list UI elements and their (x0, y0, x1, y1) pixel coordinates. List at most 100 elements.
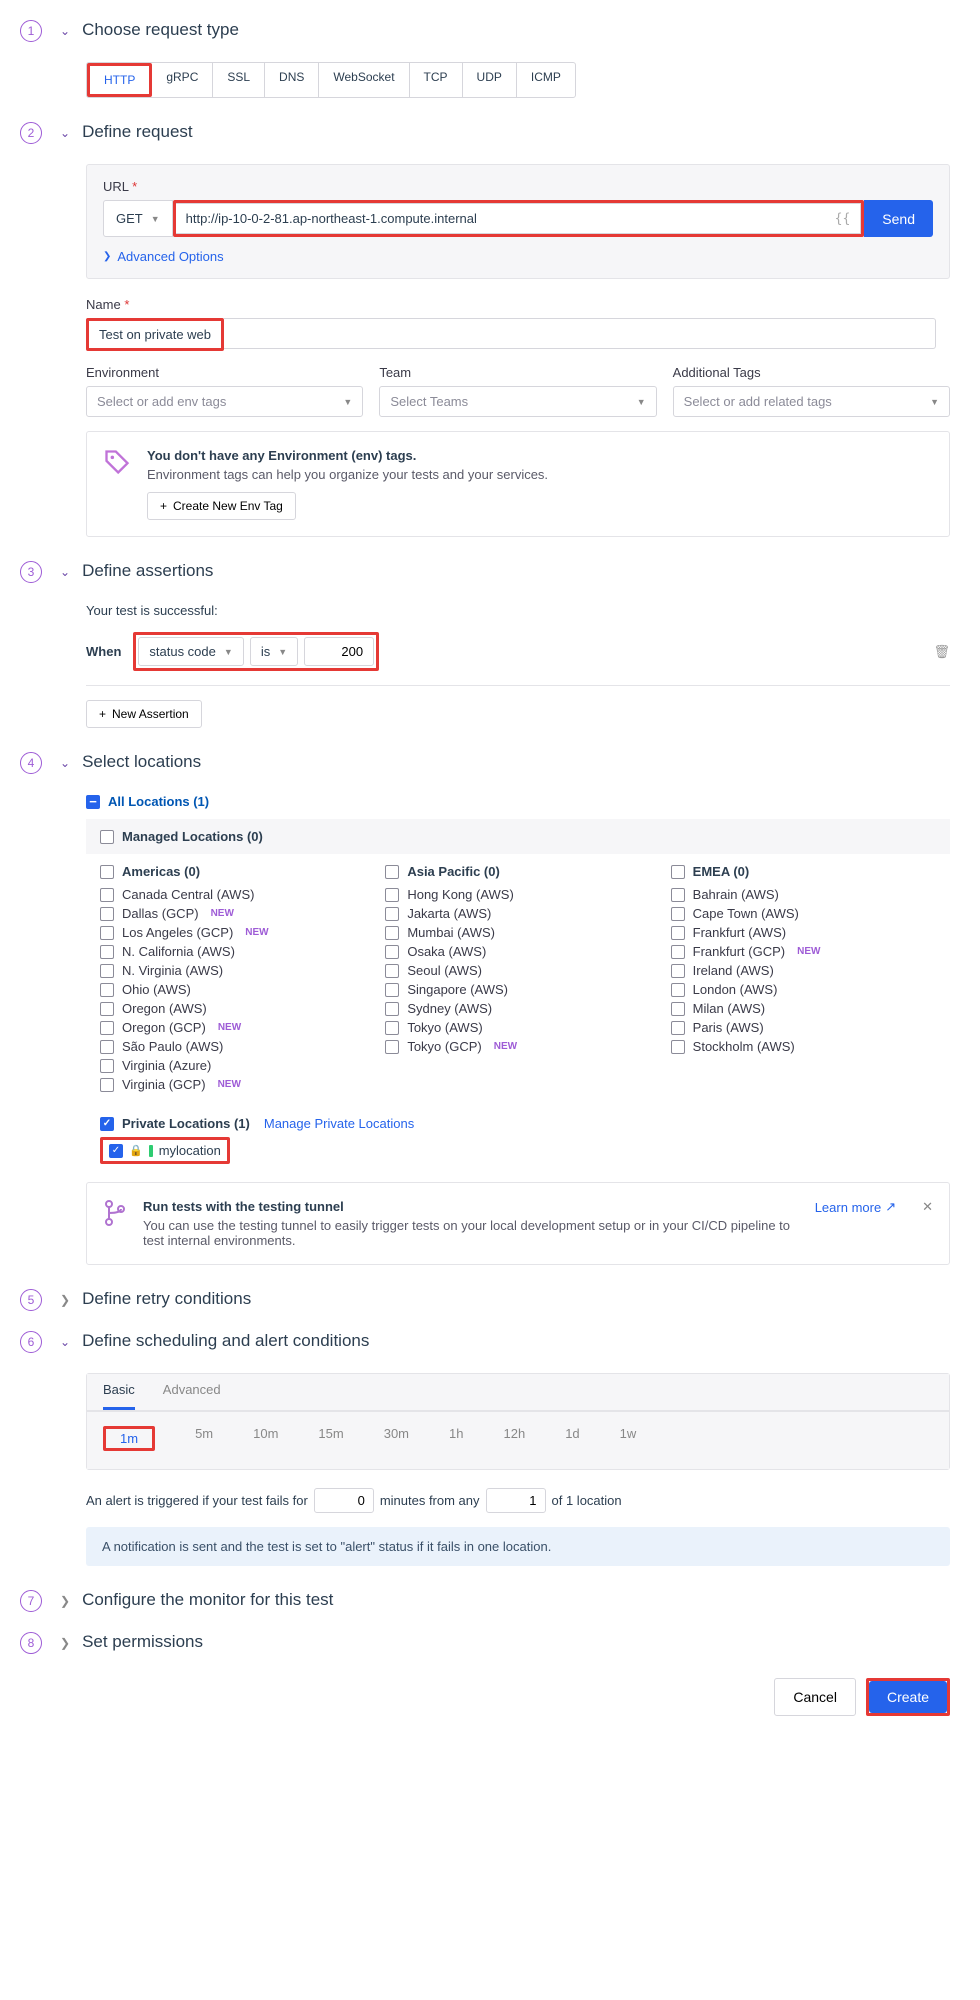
checkbox-checked-icon[interactable]: ✓ (100, 1117, 114, 1131)
sched-tab-basic[interactable]: Basic (103, 1382, 135, 1410)
location-item[interactable]: London (AWS) (671, 982, 936, 997)
checkbox-icon[interactable] (671, 983, 685, 997)
advanced-options-link[interactable]: ❯Advanced Options (103, 249, 224, 264)
checkbox-icon[interactable] (385, 865, 399, 879)
chevron-right-icon[interactable]: ❯ (60, 1594, 70, 1608)
interval-1d[interactable]: 1d (565, 1426, 579, 1451)
location-item[interactable]: Stockholm (AWS) (671, 1039, 936, 1054)
location-item[interactable]: Virginia (GCP)NEW (100, 1077, 365, 1092)
asia-pacific-header[interactable]: Asia Pacific (0) (385, 864, 650, 879)
americas-header[interactable]: Americas (0) (100, 864, 365, 879)
location-item[interactable]: Paris (AWS) (671, 1020, 936, 1035)
checkbox-icon[interactable] (385, 964, 399, 978)
close-icon[interactable]: ✕ (922, 1199, 933, 1215)
emea-header[interactable]: EMEA (0) (671, 864, 936, 879)
create-env-tag-button[interactable]: +Create New Env Tag (147, 492, 296, 520)
send-button[interactable]: Send (864, 200, 933, 237)
chevron-down-icon[interactable]: ⌄ (60, 126, 70, 140)
checkbox-icon[interactable] (671, 907, 685, 921)
interval-1h[interactable]: 1h (449, 1426, 463, 1451)
manage-private-locations-link[interactable]: Manage Private Locations (264, 1116, 414, 1131)
chevron-down-icon[interactable]: ⌄ (60, 24, 70, 38)
location-item[interactable]: Virginia (Azure) (100, 1058, 365, 1073)
checkbox-icon[interactable] (671, 1040, 685, 1054)
interval-10m[interactable]: 10m (253, 1426, 278, 1451)
checkbox-icon[interactable] (100, 830, 114, 844)
location-item[interactable]: Seoul (AWS) (385, 963, 650, 978)
create-button[interactable]: Create (869, 1681, 947, 1713)
checkbox-icon[interactable] (671, 926, 685, 940)
checkbox-icon[interactable] (671, 1021, 685, 1035)
checkbox-icon[interactable] (100, 1002, 114, 1016)
interval-30m[interactable]: 30m (384, 1426, 409, 1451)
location-item[interactable]: Dallas (GCP)NEW (100, 906, 365, 921)
checkbox-icon[interactable] (385, 907, 399, 921)
chevron-down-icon[interactable]: ⌄ (60, 1335, 70, 1349)
checkbox-icon[interactable] (671, 865, 685, 879)
tab-udp[interactable]: UDP (463, 63, 517, 97)
tab-grpc[interactable]: gRPC (152, 63, 213, 97)
location-item[interactable]: Bahrain (AWS) (671, 887, 936, 902)
location-item[interactable]: Oregon (GCP)NEW (100, 1020, 365, 1035)
fail-minutes-input[interactable] (314, 1488, 374, 1513)
checkbox-icon[interactable] (100, 926, 114, 940)
checkbox-icon[interactable] (671, 1002, 685, 1016)
tab-websocket[interactable]: WebSocket (319, 63, 409, 97)
chevron-right-icon[interactable]: ❯ (60, 1293, 70, 1307)
fail-locations-input[interactable] (486, 1488, 546, 1513)
tab-ssl[interactable]: SSL (213, 63, 265, 97)
checkbox-icon[interactable] (385, 1021, 399, 1035)
location-item[interactable]: Cape Town (AWS) (671, 906, 936, 921)
assertion-value-input[interactable] (304, 637, 374, 666)
checkbox-icon[interactable] (100, 1078, 114, 1092)
interval-12h[interactable]: 12h (503, 1426, 525, 1451)
location-item[interactable]: Sydney (AWS) (385, 1001, 650, 1016)
location-item[interactable]: São Paulo (AWS) (100, 1039, 365, 1054)
location-item[interactable]: Mumbai (AWS) (385, 925, 650, 940)
checkbox-icon[interactable] (385, 1002, 399, 1016)
checkbox-indeterminate-icon[interactable]: − (86, 795, 100, 809)
chevron-down-icon[interactable]: ⌄ (60, 756, 70, 770)
learn-more-link[interactable]: Learn more ↗ (815, 1199, 896, 1215)
interval-1w[interactable]: 1w (620, 1426, 637, 1451)
checkbox-icon[interactable] (100, 1040, 114, 1054)
location-item[interactable]: Canada Central (AWS) (100, 887, 365, 902)
checkbox-icon[interactable] (385, 1040, 399, 1054)
checkbox-icon[interactable] (385, 926, 399, 940)
checkbox-icon[interactable] (671, 964, 685, 978)
location-item[interactable]: Ireland (AWS) (671, 963, 936, 978)
assertion-type-select[interactable]: status code▼ (138, 637, 243, 666)
new-assertion-button[interactable]: +New Assertion (86, 700, 202, 728)
checkbox-icon[interactable] (671, 945, 685, 959)
tab-http[interactable]: HTTP (90, 66, 149, 94)
location-item[interactable]: Jakarta (AWS) (385, 906, 650, 921)
chevron-down-icon[interactable]: ⌄ (60, 565, 70, 579)
tags-select[interactable]: Select or add related tags▼ (673, 386, 950, 417)
chevron-right-icon[interactable]: ❯ (60, 1636, 70, 1650)
checkbox-icon[interactable] (671, 888, 685, 902)
checkbox-icon[interactable] (100, 865, 114, 879)
location-item[interactable]: Tokyo (GCP)NEW (385, 1039, 650, 1054)
location-item[interactable]: Milan (AWS) (671, 1001, 936, 1016)
http-method-select[interactable]: GET▼ (103, 200, 173, 237)
checkbox-checked-icon[interactable]: ✓ (109, 1144, 123, 1158)
location-item[interactable]: N. California (AWS) (100, 944, 365, 959)
interval-15m[interactable]: 15m (318, 1426, 343, 1451)
location-item[interactable]: Frankfurt (GCP)NEW (671, 944, 936, 959)
assertion-operator-select[interactable]: is▼ (250, 637, 298, 666)
location-item[interactable]: Frankfurt (AWS) (671, 925, 936, 940)
tab-dns[interactable]: DNS (265, 63, 319, 97)
checkbox-icon[interactable] (100, 945, 114, 959)
environment-select[interactable]: Select or add env tags▼ (86, 386, 363, 417)
checkbox-icon[interactable] (100, 964, 114, 978)
location-item[interactable]: Los Angeles (GCP)NEW (100, 925, 365, 940)
cancel-button[interactable]: Cancel (774, 1678, 856, 1716)
all-locations-header[interactable]: − All Locations (1) (86, 794, 950, 809)
checkbox-icon[interactable] (100, 888, 114, 902)
location-item[interactable]: Hong Kong (AWS) (385, 887, 650, 902)
location-item[interactable]: Osaka (AWS) (385, 944, 650, 959)
private-locations-header[interactable]: ✓ Private Locations (1) Manage Private L… (86, 1116, 950, 1131)
location-item[interactable]: Ohio (AWS) (100, 982, 365, 997)
url-input[interactable]: http://ip-10-0-2-81.ap-northeast-1.compu… (176, 203, 862, 234)
checkbox-icon[interactable] (100, 1021, 114, 1035)
